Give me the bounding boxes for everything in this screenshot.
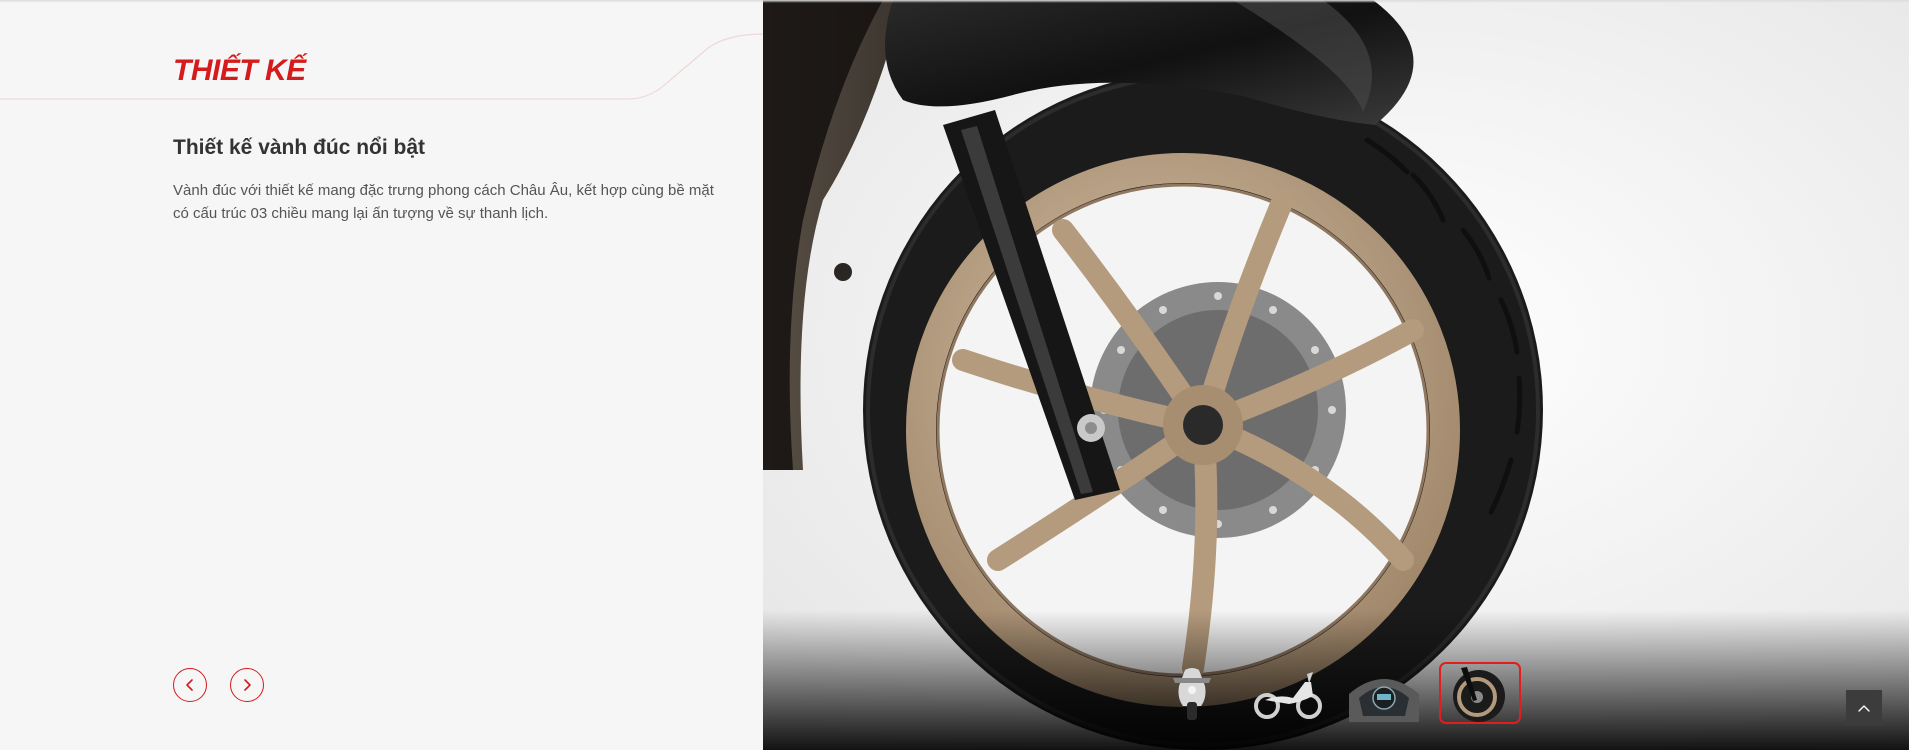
image-bottom-gradient [763,610,1909,750]
top-shadow [0,0,1909,3]
decorative-curve-line [0,33,763,100]
next-slide-button[interactable] [230,668,264,702]
thumbnail-front-view[interactable] [1151,662,1233,724]
thumbnail-dashboard[interactable] [1343,662,1425,724]
chevron-left-icon [186,679,193,691]
thumbnail-side-view[interactable] [1247,662,1329,724]
scooter-front-thumbnail-image [1173,668,1211,720]
scooter-side-thumbnail-image [1254,672,1322,719]
feature-title: Thiết kế vành đúc nổi bật [173,136,426,159]
chevron-up-icon [1858,705,1870,712]
back-to-top-button[interactable] [1846,690,1882,726]
feature-description: Vành đúc với thiết kế mang đặc trưng pho… [173,182,714,222]
scooter-dashboard-thumbnail-image [1349,679,1419,722]
scooter-wheel-thumbnail-image [1453,667,1505,722]
feature-image-panel [763,0,1909,750]
chevron-right-icon [244,679,251,691]
thumbnail-front-wheel[interactable] [1439,662,1521,724]
previous-slide-button[interactable] [173,668,207,702]
section-title: THIẾT KẾ [173,54,306,87]
feature-text-panel: THIẾT KẾ Thiết kế vành đúc nổi bật Vành … [0,0,763,750]
